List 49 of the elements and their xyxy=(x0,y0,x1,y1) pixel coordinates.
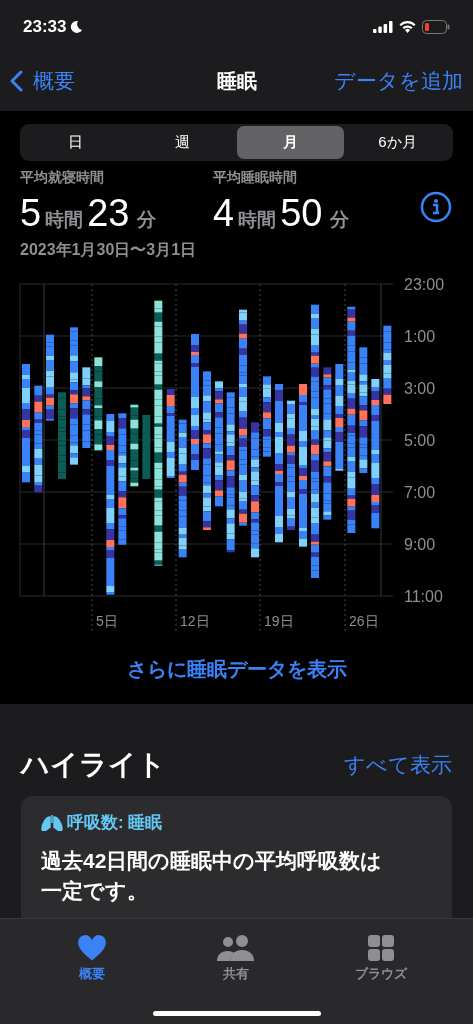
stat-label: 平均睡眠時間 xyxy=(213,168,298,187)
card-body: 過去42日間の睡眠中の平均呼吸数は一定です。 xyxy=(41,847,384,904)
y-axis-label: 5:00 xyxy=(404,432,436,449)
lungs-icon xyxy=(41,814,63,831)
signal-icon xyxy=(373,21,393,33)
x-axis-label: 26日 xyxy=(349,613,379,629)
x-axis-label: 12日 xyxy=(180,613,210,629)
stat-value: 4 xyxy=(213,191,235,236)
stat-value: 5 xyxy=(20,191,42,236)
stat-unit: 分 xyxy=(137,208,157,232)
stat-value: 50 xyxy=(280,191,323,236)
people-icon xyxy=(216,933,257,962)
stat-value: 23 xyxy=(87,191,130,236)
wifi-icon xyxy=(399,21,416,33)
y-axis-label: 1:00 xyxy=(404,328,436,345)
y-axis-label: 11:00 xyxy=(404,588,443,605)
period-tab[interactable]: 週 xyxy=(129,126,237,159)
status-time: 23:33 xyxy=(23,16,67,39)
tab-bar-item[interactable]: 共有 xyxy=(181,927,292,983)
y-axis-label: 3:00 xyxy=(404,380,436,397)
x-axis-label: 19日 xyxy=(264,613,294,629)
page-title: 睡眠 xyxy=(216,68,257,94)
stat-label: 平均就寝時間 xyxy=(20,168,105,187)
card-title: 呼吸数: 睡眠 xyxy=(67,812,163,834)
see-all-link[interactable]: すべて表示 xyxy=(344,749,452,781)
stat-unit: 時間 xyxy=(238,208,277,232)
period-tab[interactable]: 月 xyxy=(236,126,344,159)
period-tab[interactable]: 6か月 xyxy=(343,126,451,159)
show-more-link[interactable]: さらに睡眠データを表示 xyxy=(126,654,347,684)
highlight-card[interactable]: 呼吸数: 睡眠 過去42日間の睡眠中の平均呼吸数は一定です。 xyxy=(21,796,452,918)
y-axis-label: 9:00 xyxy=(404,536,436,553)
y-axis-label: 7:00 xyxy=(404,484,436,501)
period-tab[interactable]: 日 xyxy=(22,126,130,159)
battery-icon xyxy=(422,20,450,34)
section-title: ハイライト xyxy=(21,748,166,782)
info-icon[interactable] xyxy=(420,191,452,223)
moon-icon xyxy=(69,20,84,34)
tab-bar-item[interactable]: 概要 xyxy=(37,927,148,983)
stat-unit: 分 xyxy=(330,208,350,232)
y-axis-label: 23:00 xyxy=(404,276,445,293)
tab-bar-item[interactable]: ブラウズ xyxy=(325,927,436,983)
back-chevron-icon xyxy=(10,69,23,92)
stat-unit: 時間 xyxy=(45,208,84,232)
x-axis-label: 5日 xyxy=(96,613,118,629)
back-button[interactable]: 概要 xyxy=(10,64,75,97)
grid-icon xyxy=(366,933,395,962)
add-data-button[interactable]: データを追加 xyxy=(334,64,463,97)
date-range: 2023年1月30日〜3月1日 xyxy=(20,240,198,260)
heart-icon xyxy=(77,933,108,962)
